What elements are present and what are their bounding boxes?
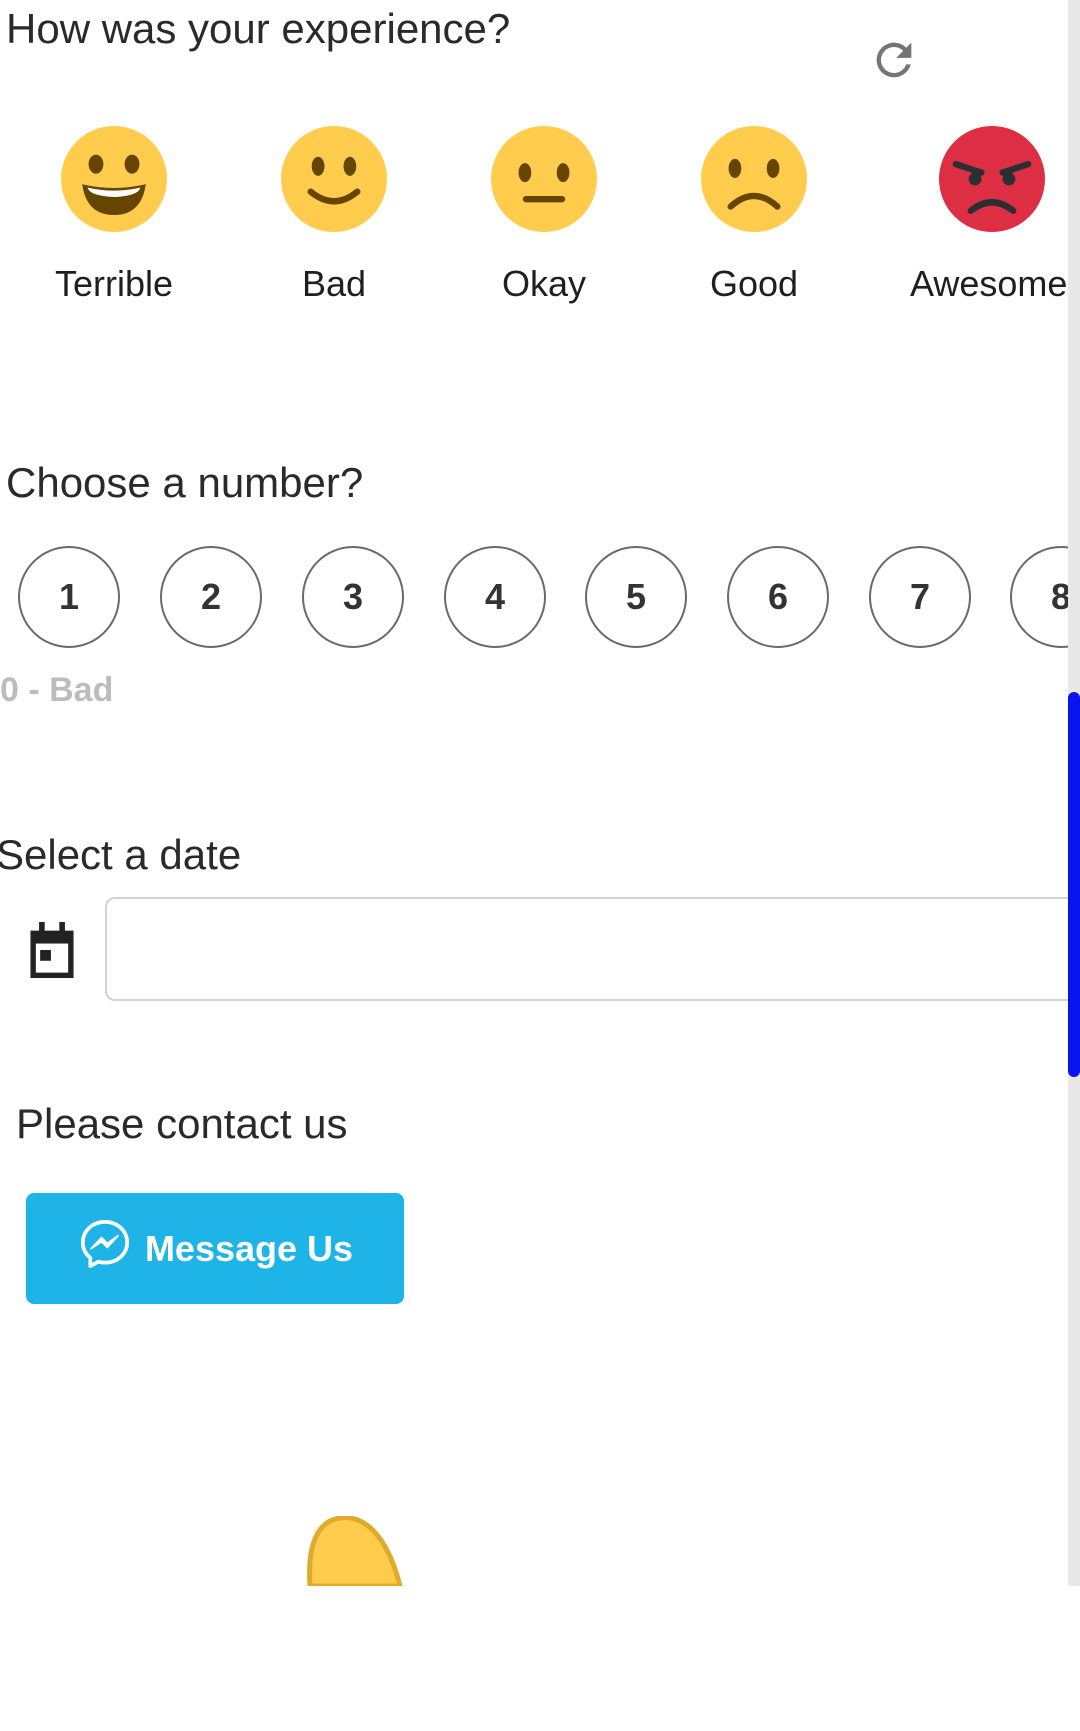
number-option-5[interactable]: 5: [585, 546, 687, 648]
number-option-6[interactable]: 6: [727, 546, 829, 648]
emoji-label-good: Good: [709, 263, 799, 304]
emoji-label-awesome: Awesome: [910, 266, 1068, 302]
number-question: Choose a number?: [6, 459, 364, 506]
date-label: Select a date: [0, 831, 242, 878]
message-us-button[interactable]: Message Us: [26, 1193, 404, 1304]
message-us-label: Message Us: [144, 1227, 354, 1269]
emoji-label-terrible: Terrible: [54, 263, 174, 304]
scrollbar-thumb[interactable]: [1068, 692, 1080, 1077]
number-option-7[interactable]: 7: [869, 546, 971, 648]
number-option-1[interactable]: 1: [18, 546, 120, 648]
calendar-icon[interactable]: [26, 922, 78, 978]
emoji-label-bad: Bad: [301, 263, 367, 304]
refresh-icon[interactable]: [868, 34, 920, 86]
slightly-smiling-face-icon[interactable]: [281, 126, 387, 232]
contact-label: Please contact us: [16, 1100, 348, 1147]
messenger-icon: [77, 1216, 133, 1281]
partial-emoji-shape: [300, 1516, 410, 1586]
emoji-label-okay: Okay: [501, 263, 587, 304]
number-option-2[interactable]: 2: [160, 546, 262, 648]
number-option-4[interactable]: 4: [444, 546, 546, 648]
angry-face-icon[interactable]: [939, 126, 1045, 232]
grinning-face-icon[interactable]: [61, 126, 167, 232]
number-option-8-clip: 8: [1010, 546, 1068, 650]
experience-question: How was your experience?: [6, 5, 511, 52]
slightly-frowning-face-icon[interactable]: [701, 126, 807, 232]
number-option-3[interactable]: 3: [302, 546, 404, 648]
date-input-clip: [105, 897, 1068, 1001]
scale-hint: 0 - Bad: [0, 671, 114, 709]
number-option-8[interactable]: 8: [1010, 546, 1068, 648]
date-input[interactable]: [105, 897, 1068, 1001]
neutral-face-icon[interactable]: [491, 126, 597, 232]
